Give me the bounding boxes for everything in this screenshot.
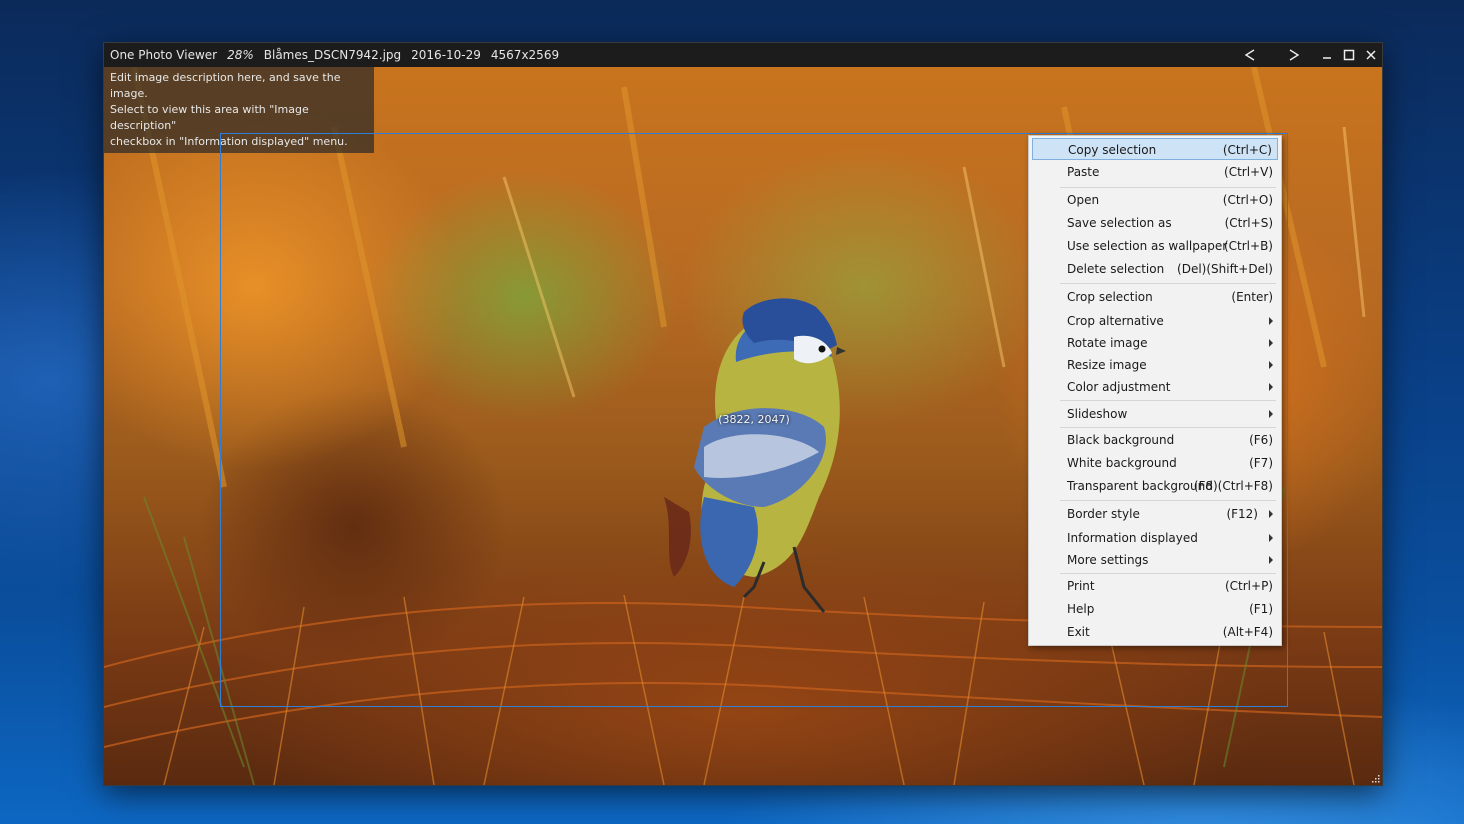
menu-item-label: More settings [1067, 553, 1149, 567]
chevron-left-icon [1244, 49, 1255, 61]
menu-item-label: Help [1067, 602, 1095, 616]
menu-item-help[interactable]: Help (F1) [1032, 598, 1278, 620]
menu-item-white-background[interactable]: White background (F7) [1032, 452, 1278, 474]
context-menu: Copy selection (Ctrl+C) Paste (Ctrl+V) O… [1028, 135, 1282, 646]
image-dimensions: 4567x2569 [490, 48, 560, 62]
menu-item-shortcut: (Ctrl+S) [1224, 216, 1273, 230]
menu-item-label: Black background [1067, 433, 1175, 447]
next-image-button[interactable] [1272, 43, 1316, 67]
menu-item-label: Print [1067, 579, 1095, 593]
minimize-icon [1323, 57, 1331, 59]
menu-item-label: Rotate image [1067, 336, 1148, 350]
menu-item-shortcut: (F6) [1249, 433, 1273, 447]
menu-item-shortcut: (Ctrl+V) [1224, 165, 1273, 179]
submenu-arrow-icon [1269, 317, 1273, 325]
cursor-coordinates: (3822, 2047) [718, 413, 790, 426]
menu-item-print[interactable]: Print (Ctrl+P) [1032, 575, 1278, 597]
menu-item-label: Delete selection [1067, 262, 1165, 276]
menu-item-shortcut: (Alt+F4) [1222, 625, 1273, 639]
maximize-icon [1343, 49, 1355, 61]
menu-item-black-background[interactable]: Black background (F6) [1032, 429, 1278, 451]
chevron-right-icon [1289, 49, 1300, 61]
menu-item-label: Information displayed [1067, 531, 1198, 545]
submenu-arrow-icon [1269, 556, 1273, 564]
menu-item-label: Save selection as [1067, 216, 1172, 230]
menu-item-shortcut: (Ctrl+C) [1222, 143, 1272, 157]
submenu-arrow-icon [1269, 510, 1273, 518]
menu-item-more-settings[interactable]: More settings [1032, 549, 1278, 571]
image-date: 2016-10-29 [411, 48, 481, 62]
menu-item-label: Border style [1067, 507, 1140, 521]
menu-separator [1060, 500, 1276, 501]
menu-item-shortcut: (Ctrl+O) [1222, 193, 1273, 207]
menu-item-label: Transparent background [1067, 479, 1213, 493]
menu-separator [1060, 573, 1276, 574]
menu-item-paste[interactable]: Paste (Ctrl+V) [1032, 161, 1278, 183]
submenu-arrow-icon [1269, 410, 1273, 418]
menu-item-shortcut: (Enter) [1231, 290, 1273, 304]
menu-item-label: Crop alternative [1067, 314, 1164, 328]
menu-item-label: Crop selection [1067, 290, 1153, 304]
menu-item-color-adjustment[interactable]: Color adjustment [1032, 376, 1278, 398]
menu-item-label: Slideshow [1067, 407, 1128, 421]
menu-item-shortcut: (Ctrl+P) [1224, 579, 1273, 593]
submenu-arrow-icon [1269, 383, 1273, 391]
menu-item-label: Resize image [1067, 358, 1147, 372]
app-name: One Photo Viewer [110, 48, 218, 62]
menu-item-copy-selection[interactable]: Copy selection (Ctrl+C) [1032, 138, 1278, 160]
menu-separator [1060, 427, 1276, 428]
menu-item-use-as-wallpaper[interactable]: Use selection as wallpaper (Ctrl+B) [1032, 235, 1278, 257]
menu-item-exit[interactable]: Exit (Alt+F4) [1032, 621, 1278, 643]
maximize-button[interactable] [1338, 43, 1360, 67]
menu-item-label: Exit [1067, 625, 1090, 639]
menu-item-label: Paste [1067, 165, 1100, 179]
menu-item-delete-selection[interactable]: Delete selection (Del)(Shift+Del) [1032, 258, 1278, 280]
close-icon [1366, 50, 1376, 60]
menu-item-transparent-background[interactable]: Transparent background (F8)(Ctrl+F8) [1032, 475, 1278, 497]
description-line-2: Select to view this area with "Image des… [110, 103, 309, 132]
menu-item-shortcut: (F8)(Ctrl+F8) [1193, 479, 1273, 493]
menu-item-shortcut: (F1) [1249, 602, 1273, 616]
resize-grip-icon[interactable] [1370, 773, 1380, 783]
file-name: Blåmes_DSCN7942.jpg [263, 48, 402, 62]
title-bar[interactable]: One Photo Viewer 28% Blåmes_DSCN7942.jpg 20… [104, 43, 1382, 67]
description-line-1: Edit image description here, and save th… [110, 71, 341, 100]
menu-item-label: Copy selection [1068, 143, 1157, 157]
zoom-level: 28% [227, 48, 254, 62]
submenu-arrow-icon [1269, 339, 1273, 347]
menu-item-slideshow[interactable]: Slideshow [1032, 403, 1278, 425]
title-info: One Photo Viewer 28% Blåmes_DSCN7942.jpg 20… [110, 43, 569, 67]
menu-item-shortcut: (F7) [1249, 456, 1273, 470]
menu-item-shortcut: (Del)(Shift+Del) [1177, 262, 1273, 276]
menu-separator [1060, 400, 1276, 401]
submenu-arrow-icon [1269, 361, 1273, 369]
menu-item-border-style[interactable]: Border style (F12) [1032, 503, 1278, 525]
submenu-arrow-icon [1269, 534, 1273, 542]
menu-separator [1060, 187, 1276, 188]
window-controls [1228, 43, 1382, 67]
close-button[interactable] [1360, 43, 1382, 67]
menu-item-label: White background [1067, 456, 1177, 470]
menu-item-label: Open [1067, 193, 1100, 207]
menu-item-label: Color adjustment [1067, 380, 1171, 394]
menu-item-shortcut: (Ctrl+B) [1223, 239, 1273, 253]
menu-separator [1060, 283, 1276, 284]
menu-item-label: Use selection as wallpaper [1067, 239, 1228, 253]
menu-item-rotate-image[interactable]: Rotate image [1032, 332, 1278, 354]
menu-item-crop-selection[interactable]: Crop selection (Enter) [1032, 286, 1278, 308]
menu-item-open[interactable]: Open (Ctrl+O) [1032, 189, 1278, 211]
menu-item-shortcut: (F12) [1226, 507, 1258, 521]
minimize-button[interactable] [1316, 43, 1338, 67]
menu-item-resize-image[interactable]: Resize image [1032, 354, 1278, 376]
menu-item-crop-alternative[interactable]: Crop alternative [1032, 310, 1278, 332]
menu-item-save-selection-as[interactable]: Save selection as (Ctrl+S) [1032, 212, 1278, 234]
previous-image-button[interactable] [1228, 43, 1272, 67]
menu-item-information-displayed[interactable]: Information displayed [1032, 527, 1278, 549]
